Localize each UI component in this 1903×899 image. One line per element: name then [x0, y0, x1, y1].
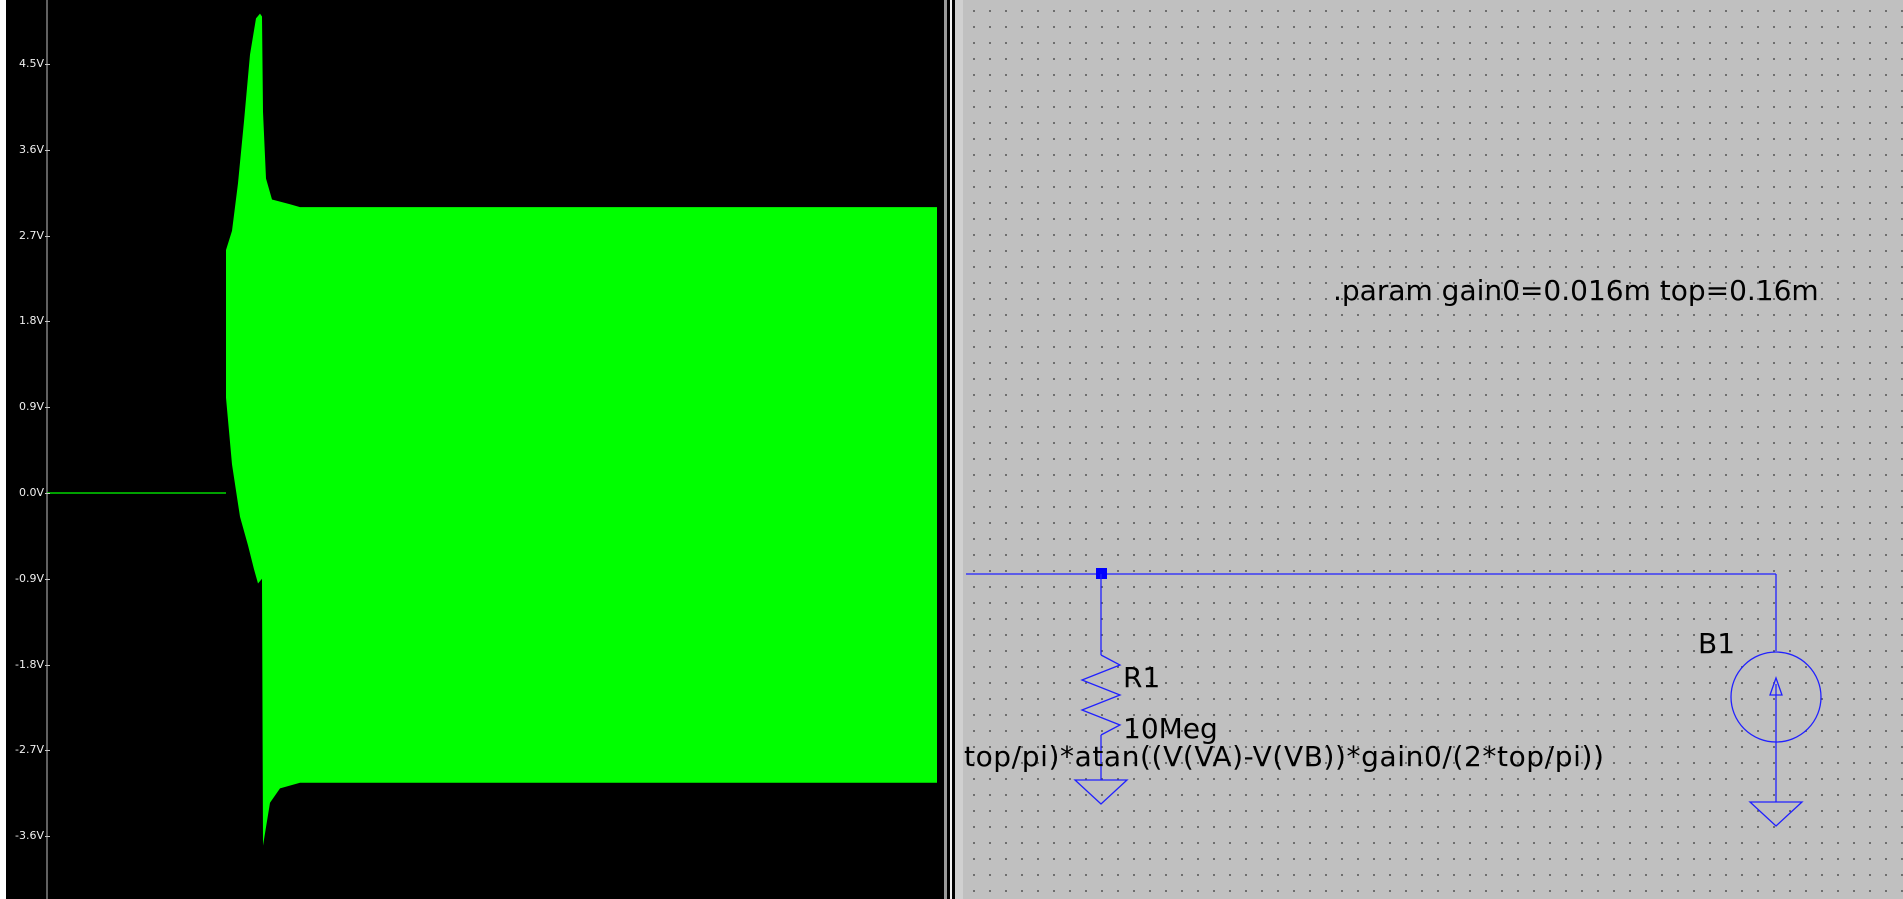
voltage-trace [47, 13, 937, 846]
waveform-viewer[interactable]: 4.5V 3.6V 2.7V 1.8V 0.9V 0.0V -0.9V -1.8V -2.7V -… [0, 0, 937, 899]
y-tick-mark [45, 836, 50, 838]
ground-symbol [1748, 801, 1804, 827]
schematic-editor[interactable]: .param gain0=0.016m top=0.16m R1 10Meg B… [963, 0, 1903, 899]
y-tick-label: 4.5V [18, 57, 44, 71]
y-tick-label: -2.7V [15, 743, 44, 757]
waveform-plot[interactable] [0, 0, 937, 899]
pane-splitter[interactable] [937, 0, 963, 899]
param-directive[interactable]: .param gain0=0.016m top=0.16m [1333, 274, 1819, 307]
y-tick-mark [45, 493, 50, 494]
pane-left-border [0, 0, 6, 899]
y-tick-mark [45, 407, 50, 409]
y-tick-mark [45, 235, 50, 237]
y-tick-label: 3.6V [18, 142, 44, 156]
y-tick-label: 0.9V [18, 400, 44, 414]
y-tick-label: -0.9V [15, 571, 44, 585]
splitter-edge-dark [944, 0, 947, 899]
y-tick-mark [45, 578, 50, 580]
y-tick-label: 0.0V [18, 486, 44, 499]
splitter-edge-light [950, 0, 952, 899]
y-tick-label: 2.7V [18, 228, 44, 242]
y-tick-mark [45, 64, 50, 66]
ground-symbol [1073, 779, 1129, 805]
splitter-edge-gray [955, 0, 963, 899]
y-tick-label: 1.8V [18, 314, 44, 328]
b1-reference-label[interactable]: B1 [1698, 627, 1735, 660]
y-tick-label: -1.8V [15, 657, 44, 671]
b1-expression-label[interactable]: top/pi)*atan((V(VA)-V(VB))*gain0/(2*top/… [964, 740, 1605, 773]
trace-oscillation-envelope [226, 13, 937, 846]
y-tick-mark [45, 750, 50, 752]
y-tick-mark [45, 664, 50, 666]
y-tick-mark [45, 149, 50, 151]
r1-reference-label[interactable]: R1 [1123, 661, 1160, 694]
current-source-b1[interactable] [1730, 651, 1822, 802]
y-tick-label: -3.6V [15, 829, 44, 843]
y-tick-mark [45, 321, 50, 323]
